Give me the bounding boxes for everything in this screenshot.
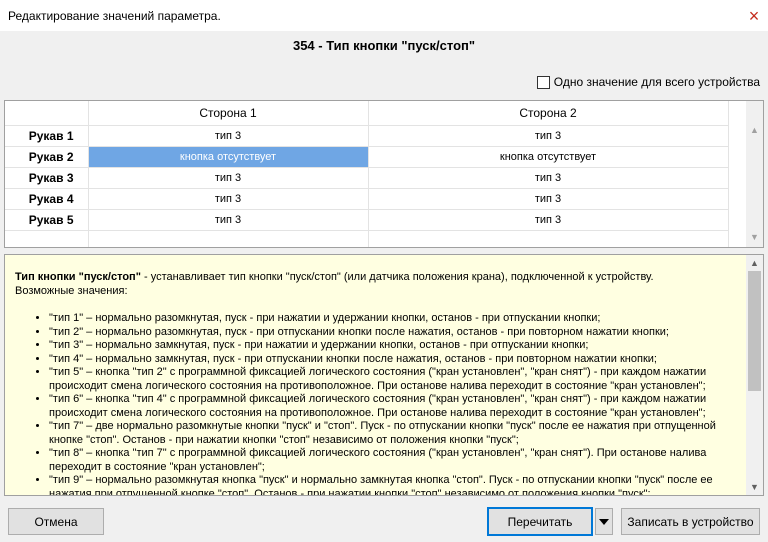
window-title: Редактирование значений параметра. [8,9,221,23]
single-value-label[interactable]: Одно значение для всего устройства [554,75,760,89]
grid-cell[interactable]: тип 3 [88,188,369,210]
list-item: "тип 1" – нормально разомкнутая, пуск - … [49,312,743,326]
grid-cell[interactable]: тип 3 [88,125,369,147]
help-intro-text: - устанавливает тип кнопки "пуск/стоп" (… [140,271,654,283]
scroll-down-icon[interactable]: ▼ [746,479,763,495]
grid-cell-empty [88,230,369,247]
list-item: "тип 9" – нормально разомкнутая кнопка "… [49,474,743,495]
list-item: "тип 2" – нормально разомкнутая, пуск - … [49,326,743,340]
cancel-button[interactable]: Отмена [8,508,104,535]
help-term: Тип кнопки "пуск/стоп" [15,271,141,283]
grid-header-row: Сторона 1 Сторона 2 [5,101,729,126]
reread-dropdown-button[interactable] [595,508,613,535]
grid-cell[interactable]: тип 3 [368,188,729,210]
help-scrollbar[interactable]: ▲ ▼ [746,255,763,495]
help-intro-line2: Возможные значения: [15,284,128,297]
reread-button[interactable]: Перечитать [487,507,593,536]
column-header-side-2[interactable]: Сторона 2 [368,101,729,126]
chevron-down-icon [599,518,609,525]
list-item: "тип 3" – нормально замкнутая, пуск - пр… [49,339,743,353]
row-header: Рукав 2 [5,146,89,168]
grid-cell[interactable]: тип 3 [368,167,729,189]
grid-corner-cell [5,101,89,126]
single-value-checkbox[interactable] [536,75,550,89]
table-row-empty [5,230,729,247]
grid-cell[interactable]: тип 3 [88,209,369,231]
scroll-thumb[interactable] [748,271,761,391]
write-to-device-button[interactable]: Записать в устройство [621,508,760,535]
grid-cell[interactable]: тип 3 [368,125,729,147]
parameter-heading: 354 - Тип кнопки "пуск/стоп" [292,38,476,53]
close-button[interactable]: × [740,5,768,27]
scroll-up-icon[interactable]: ▲ [746,121,763,138]
values-grid: Сторона 1 Сторона 2 Рукав 1 тип 3 тип 3 … [4,100,764,248]
grid-scrollbar[interactable]: ▲ ▼ [746,101,763,247]
row-header: Рукав 3 [5,167,89,189]
scroll-up-icon[interactable]: ▲ [746,255,763,271]
help-text: Тип кнопки "пуск/стоп" - устанавливает т… [15,271,743,495]
table-row: Рукав 2 кнопка отсутствует кнопка отсутс… [5,146,729,168]
grid-cell[interactable]: тип 3 [368,209,729,231]
list-item: "тип 5" – кнопка "тип 2" с программной ф… [49,366,743,393]
grid-cell-selected[interactable]: кнопка отсутствует [88,146,369,168]
close-icon: × [748,6,760,26]
help-intro: Тип кнопки "пуск/стоп" - устанавливает т… [15,271,743,298]
help-value-list: "тип 1" – нормально разомкнутая, пуск - … [15,312,743,495]
row-header: Рукав 5 [5,209,89,231]
help-panel: Тип кнопки "пуск/стоп" - устанавливает т… [4,254,764,496]
row-header: Рукав 1 [5,125,89,147]
title-bar: Редактирование значений параметра. × [0,0,768,31]
column-header-side-1[interactable]: Сторона 1 [88,101,369,126]
list-item: "тип 8" – кнопка "тип 7" с программной ф… [49,447,743,474]
row-header-empty [5,230,89,247]
list-item: "тип 7" – две нормально разомкнутые кноп… [49,420,743,447]
grid-cell[interactable]: тип 3 [88,167,369,189]
grid-cell-empty [368,230,729,247]
table-row: Рукав 1 тип 3 тип 3 [5,125,729,147]
scroll-down-icon[interactable]: ▼ [746,228,763,245]
table-row: Рукав 5 тип 3 тип 3 [5,209,729,231]
grid-cell[interactable]: кнопка отсутствует [368,146,729,168]
table-row: Рукав 3 тип 3 тип 3 [5,167,729,189]
row-header: Рукав 4 [5,188,89,210]
single-value-option[interactable]: Одно значение для всего устройства [536,75,760,89]
table-row: Рукав 4 тип 3 тип 3 [5,188,729,210]
list-item: "тип 6" – кнопка "тип 4" с программной ф… [49,393,743,420]
list-item: "тип 4" – нормально замкнутая, пуск - пр… [49,353,743,367]
